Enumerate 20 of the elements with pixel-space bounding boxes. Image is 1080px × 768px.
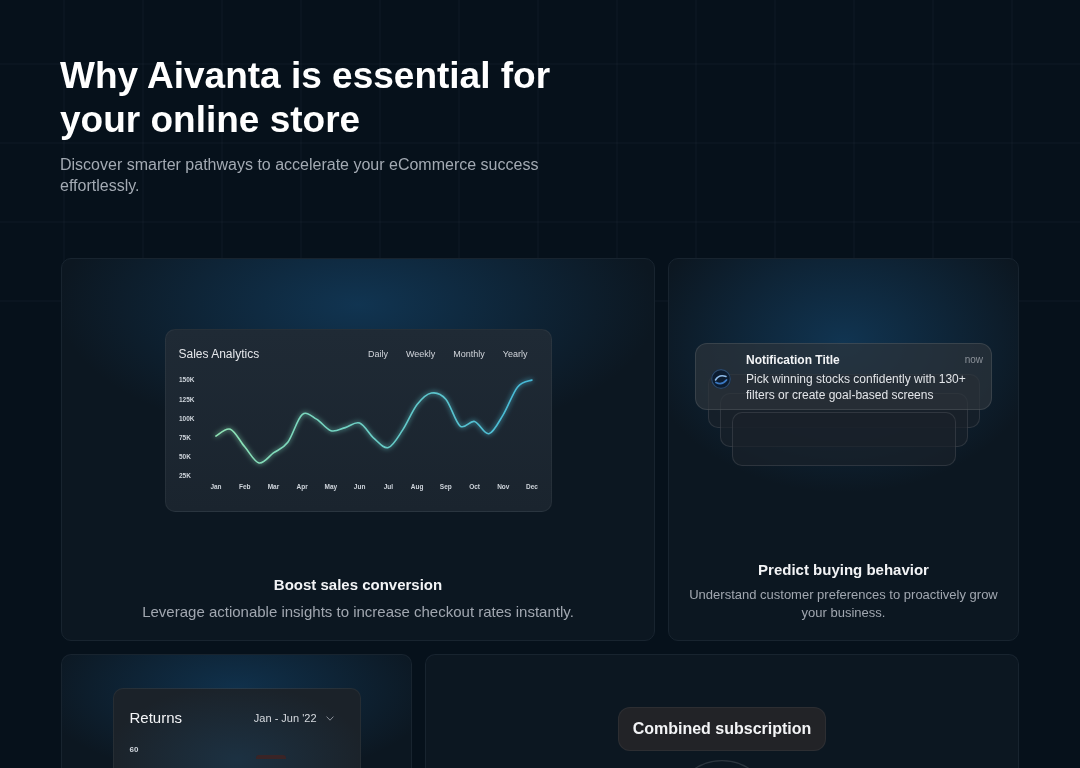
period-tab[interactable]: Yearly xyxy=(502,348,528,360)
feature-title: Boost sales conversion xyxy=(273,575,443,595)
notification-title: Notification Title xyxy=(746,352,840,368)
notification-time: now xyxy=(964,353,983,367)
subscription-badge: Combined subscription xyxy=(617,707,827,751)
page-heading: Why Aivanta is essential for your online store xyxy=(60,54,552,142)
feature-description: Leverage actionable insights to increase checkout rates instantly. xyxy=(142,602,574,622)
swirl-logo-icon xyxy=(711,369,731,389)
page-subtitle: Discover smarter pathways to accelerate your eCommerce success effortlessly. xyxy=(60,155,540,196)
period-tab[interactable]: Daily xyxy=(367,348,388,360)
y-axis-label: 60 xyxy=(129,745,139,755)
feature-description: Understand customer preferences to proactively grow your business. xyxy=(689,586,998,622)
date-range-dropdown[interactable]: Jan - Jun '22 xyxy=(253,711,334,725)
returns-title: Returns xyxy=(129,708,183,728)
feature-title: Predict buying behavior xyxy=(758,560,929,580)
chevron-down-icon xyxy=(325,715,334,721)
period-tab[interactable]: Monthly xyxy=(453,348,485,360)
notification-body: Pick winning stocks confidently with 130+ filters or create goal-based screens xyxy=(746,371,967,403)
period-tab[interactable]: Weekly xyxy=(405,348,436,360)
chart-title: Sales Analytics xyxy=(178,346,260,362)
